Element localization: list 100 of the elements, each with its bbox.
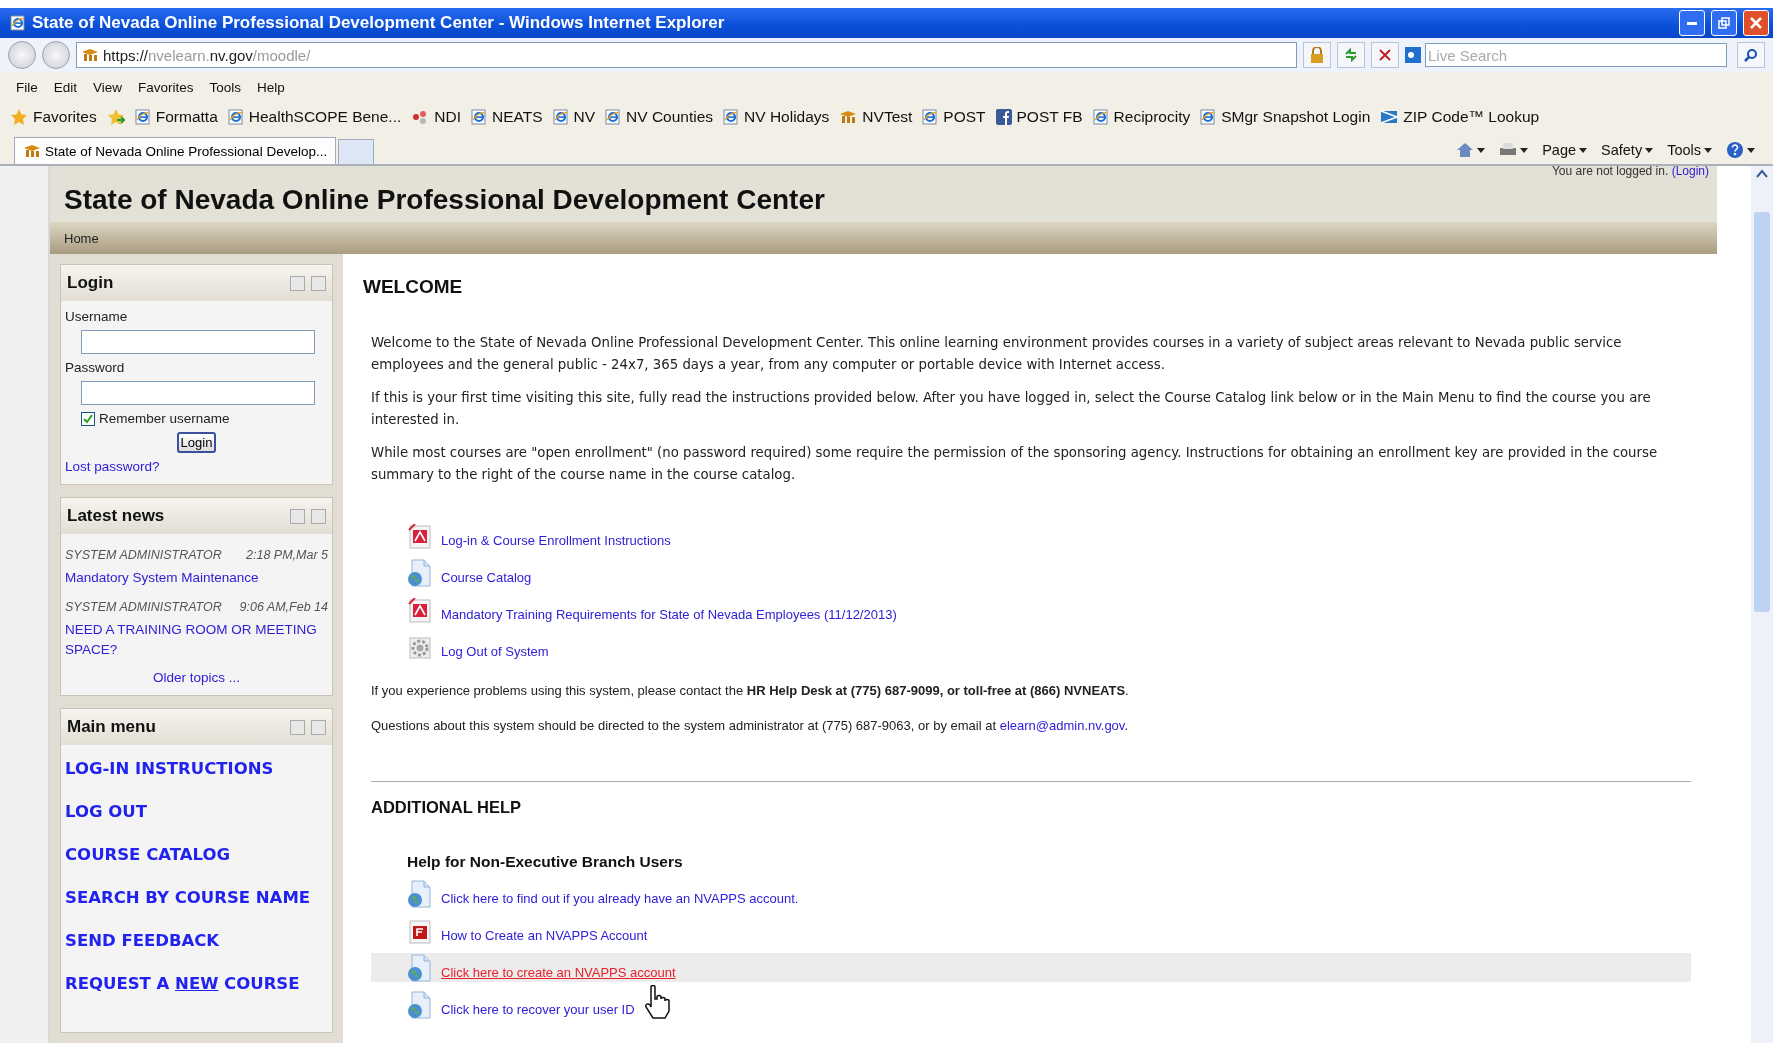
document-link[interactable]: Log Out of System (441, 644, 549, 661)
document-link[interactable]: Log-in & Course Enrollment Instructions (441, 533, 671, 550)
favorites-link[interactable]: POST FB (995, 108, 1083, 126)
pdf-file-icon (407, 524, 433, 550)
login-link[interactable]: (Login) (1671, 164, 1709, 178)
favorites-link[interactable]: POST (922, 108, 986, 126)
printer-icon (1499, 142, 1518, 158)
favorites-link[interactable]: ZIP Code™ Lookup (1380, 108, 1540, 126)
stop-icon (1379, 49, 1391, 61)
document-link[interactable]: Click here to recover your user ID (441, 1002, 635, 1019)
close-button[interactable] (1743, 10, 1769, 36)
ie-page-icon (227, 109, 244, 125)
remember-checkbox[interactable]: Remember username (81, 411, 328, 426)
menu-item[interactable]: Help (257, 79, 285, 95)
news-link[interactable]: Mandatory System Maintenance (65, 568, 328, 588)
dock-icon[interactable] (311, 275, 326, 291)
add-favorite-icon[interactable] (106, 108, 125, 126)
menu-link[interactable]: SEND FEEDBACK (65, 931, 328, 950)
help-button[interactable] (1726, 141, 1755, 159)
news-author: SYSTEM ADMINISTRATOR (65, 600, 222, 614)
collapse-icon[interactable] (290, 508, 305, 524)
news-author: SYSTEM ADMINISTRATOR (65, 548, 222, 562)
flash-file-icon (407, 919, 433, 945)
field-label: Username (65, 309, 129, 324)
browser-tab[interactable]: State of Nevada Online Professional Develop... (14, 137, 337, 164)
older-topics-link[interactable]: Older topics ... (152, 670, 240, 685)
scrollbar[interactable] (1751, 166, 1773, 1043)
forward-button[interactable] (42, 41, 70, 69)
mail-icon (1380, 109, 1399, 125)
document-link[interactable]: Course Catalog (441, 570, 532, 587)
favorites-link[interactable]: Reciprocity (1092, 108, 1191, 126)
collapse-icon[interactable] (290, 275, 305, 291)
favorites-link[interactable]: HealthSCOPE Bene... (227, 108, 402, 126)
web-page-icon (407, 880, 433, 908)
favorites-link[interactable]: NDI (411, 108, 461, 126)
username-field[interactable] (81, 330, 315, 354)
collapse-icon[interactable] (290, 719, 305, 735)
favorites-link[interactable]: NV Holidays (723, 108, 830, 126)
section-heading: ADDITIONAL HELP (371, 798, 523, 817)
document-link[interactable]: How to Create an NVAPPS Account (441, 928, 648, 945)
dock-icon[interactable] (311, 508, 326, 524)
menu-item[interactable]: View (93, 79, 123, 95)
star-icon (10, 108, 28, 126)
document-link[interactable]: Click here to create an NVAPPS account (441, 965, 676, 982)
stop-button[interactable] (1371, 42, 1399, 68)
close-icon (1750, 17, 1762, 29)
search-field[interactable]: Live Search (1425, 43, 1727, 67)
ie-page-icon (552, 109, 569, 125)
home-button[interactable] (1456, 142, 1486, 158)
login-status: You are not logged in. (Login) (1551, 164, 1709, 178)
ie-page-icon (723, 109, 740, 125)
menu-link[interactable]: REQUEST A NEW COURSE (65, 974, 328, 993)
url-part: nvelearn. (148, 46, 210, 64)
menu-link[interactable]: LOG OUT (65, 802, 328, 821)
site-title: State of Nevada Online Professional Development Center (64, 184, 825, 216)
menu-item[interactable]: Favorites (138, 79, 194, 95)
web-page-icon (407, 559, 433, 587)
favorites-link[interactable]: NVTest (839, 108, 913, 126)
refresh-button[interactable] (1337, 42, 1365, 68)
address-field[interactable]: https://nvelearn.nv.gov/moodle/ (76, 42, 1297, 68)
login-button[interactable]: Login (176, 432, 217, 453)
scroll-thumb[interactable] (1754, 212, 1770, 612)
menu-link[interactable]: SEARCH BY COURSE NAME (65, 888, 328, 907)
news-link[interactable]: NEED A TRAINING ROOM OR MEETING SPACE? (65, 620, 328, 660)
menu-link[interactable]: LOG-IN INSTRUCTIONS (65, 759, 328, 778)
favorites-button[interactable]: Favorites (10, 108, 97, 126)
lock-button[interactable] (1303, 42, 1331, 68)
favorites-link[interactable]: SMgr Snapshot Login (1200, 108, 1371, 126)
favorites-link[interactable]: Formatta (134, 108, 218, 126)
field-label: Password (65, 360, 126, 375)
new-tab-button[interactable] (338, 139, 375, 164)
paragraph: If you experience problems using this system, please contact the HR Help Desk at (775) 687-9099, or toll-free at (866) NVNEATS. (371, 683, 1130, 698)
outlook-icon (1405, 47, 1421, 63)
window-title: State of Nevada Online Professional Development Center - Windows Internet Explorer (32, 13, 726, 33)
command-menu[interactable]: Tools (1667, 142, 1712, 158)
print-button[interactable] (1499, 142, 1529, 158)
breadcrumb-link[interactable]: Home (64, 230, 99, 246)
command-menu[interactable]: Page (1542, 142, 1588, 158)
search-button[interactable] (1737, 42, 1765, 68)
favorites-link[interactable]: NV Counties (605, 108, 714, 126)
gear-icon (407, 635, 433, 661)
lost-password-link[interactable]: Lost password? (65, 459, 328, 474)
ie-page-icon (1092, 109, 1109, 125)
home-icon (1456, 142, 1475, 158)
url-part: /moodle/ (252, 46, 311, 64)
dock-icon[interactable] (311, 719, 326, 735)
menu-link[interactable]: COURSE CATALOG (65, 845, 328, 864)
restore-button[interactable] (1711, 10, 1737, 36)
favorites-link[interactable]: NEATS (470, 108, 543, 126)
menu-item[interactable]: Edit (53, 79, 78, 95)
menu-item[interactable]: File (16, 79, 38, 95)
password-field[interactable] (81, 381, 315, 405)
command-menu[interactable]: Safety (1601, 142, 1654, 158)
block-title: Login (67, 273, 115, 293)
document-link[interactable]: Mandatory Training Requirements for State of Nevada Employees (11/12/2013) (441, 607, 897, 624)
menu-item[interactable]: Tools (209, 79, 242, 95)
back-button[interactable] (8, 41, 36, 69)
document-link[interactable]: Click here to find out if you already have an NVAPPS account. (441, 891, 799, 908)
minimize-button[interactable] (1679, 10, 1705, 36)
favorites-link[interactable]: NV (552, 108, 596, 126)
